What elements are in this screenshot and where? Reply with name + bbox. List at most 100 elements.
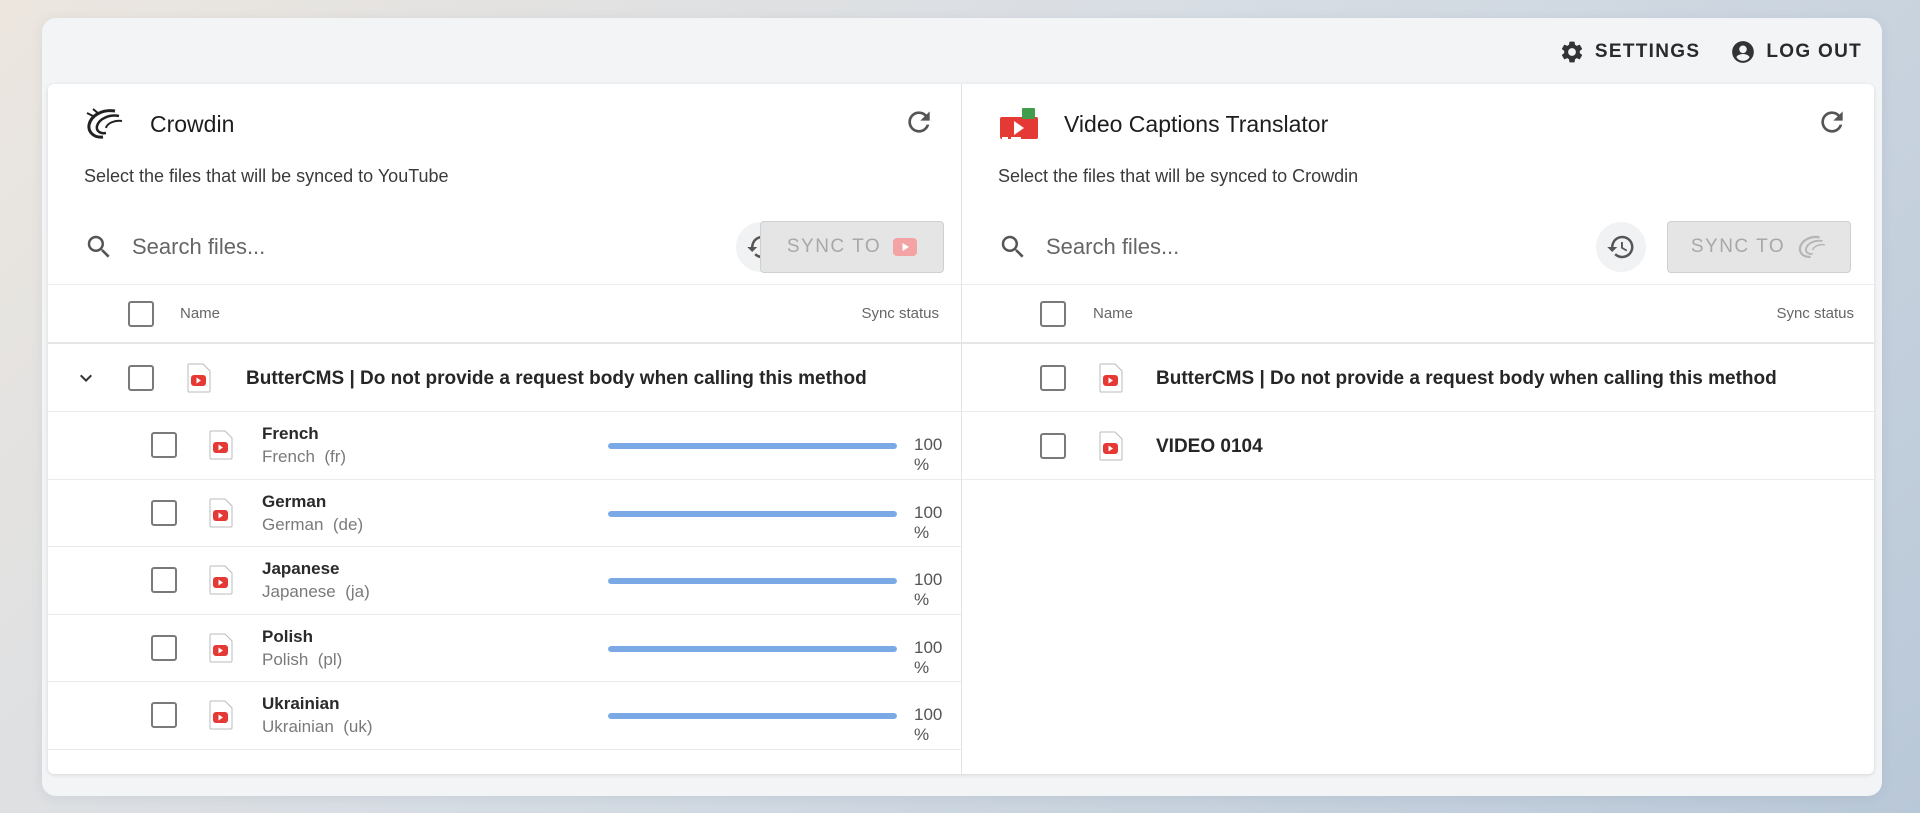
progress-bar-fill — [608, 713, 897, 719]
language-subtitle: Polish (pl) — [262, 650, 342, 670]
language-checkbox[interactable] — [151, 567, 177, 593]
crowdin-description: Select the files that will be synced to … — [84, 166, 449, 186]
language-row[interactable]: Ukrainian Ukrainian (uk) 100 % — [48, 682, 961, 750]
youtube-panel: Video Captions Translator Select the fil… — [962, 84, 1874, 774]
language-code: (fr) — [324, 447, 347, 466]
language-row[interactable]: German German (de) 100 % — [48, 480, 961, 547]
language-subtitle: Japanese (ja) — [262, 582, 370, 602]
language-name: Polish — [262, 626, 314, 646]
progress-percent: 100 % — [914, 570, 943, 609]
vct-table-header: Name Sync status — [962, 284, 1874, 344]
crowdin-table-header: Name Sync status — [48, 284, 961, 344]
youtube-file-icon — [209, 498, 233, 527]
video-file-title: VIDEO 0104 — [1156, 436, 1263, 457]
video-file-row[interactable]: VIDEO 0104 — [962, 412, 1874, 480]
vct-title: Video Captions Translator — [1064, 110, 1329, 137]
progress-bar — [608, 645, 897, 652]
progress-bar — [608, 578, 897, 584]
language-subtitle: French (fr) — [262, 447, 346, 467]
refresh-icon[interactable] — [1816, 106, 1848, 138]
file-group-title: ButterCMS | Do not provide a request bod… — [246, 368, 867, 389]
progress-percent: 100 % — [914, 637, 943, 677]
youtube-file-icon — [209, 565, 233, 595]
youtube-file-icon — [209, 700, 233, 730]
sync-to-youtube-button[interactable]: SYNC TO — [760, 221, 944, 273]
crowdin-header: Crowdin — [48, 84, 961, 164]
file-group-checkbox[interactable] — [128, 365, 154, 391]
crowdin-search-input[interactable] — [132, 234, 652, 260]
language-subtitle: German (de) — [262, 515, 363, 535]
language-name: German — [262, 491, 327, 511]
file-group-row[interactable]: ButterCMS | Do not provide a request bod… — [48, 344, 961, 412]
language-name: French — [262, 424, 319, 443]
video-file-row[interactable]: ButterCMS | Do not provide a request bod… — [962, 344, 1874, 412]
language-sub-name: Ukrainian — [262, 717, 334, 736]
progress-percent: 100 % — [914, 502, 943, 542]
progress-bar-fill — [608, 645, 897, 652]
select-all-checkbox[interactable] — [1040, 301, 1066, 327]
progress-percent: 100 % — [914, 435, 943, 474]
progress-bar-fill — [608, 443, 897, 449]
progress-bar — [608, 510, 897, 517]
language-sub-name: Polish — [262, 649, 309, 669]
sync-to-crowdin-button[interactable]: SYNC TO — [1667, 221, 1851, 273]
sync-to-label: SYNC TO — [1690, 236, 1786, 257]
crowdin-search-row: SYNC TO — [48, 210, 961, 284]
progress-bar-fill — [608, 578, 897, 584]
language-subtitle: Ukrainian (uk) — [262, 717, 373, 737]
sync-to-label: SYNC TO — [786, 236, 882, 257]
search-icon — [1001, 235, 1024, 258]
history-icon — [1607, 235, 1634, 259]
refresh-icon[interactable] — [903, 106, 935, 138]
language-code: (uk) — [343, 717, 373, 736]
logout-label: LOG OUT — [1766, 41, 1862, 62]
name-column-header: Name — [180, 305, 221, 322]
youtube-file-icon — [1099, 431, 1123, 461]
top-bar: SETTINGS LOG OUT — [42, 18, 1882, 86]
gear-icon — [1561, 41, 1583, 63]
youtube-icon — [893, 238, 918, 256]
language-checkbox[interactable] — [151, 499, 177, 526]
youtube-file-icon — [209, 633, 233, 662]
youtube-file-icon — [209, 430, 233, 460]
crowdin-logo-icon — [84, 103, 126, 145]
app-window: SETTINGS LOG OUT Crowdin Select the file… — [42, 18, 1882, 796]
language-sub-name: French — [262, 447, 315, 466]
language-code: (ja) — [345, 582, 370, 601]
chevron-down-icon[interactable] — [74, 366, 98, 390]
video-file-checkbox[interactable] — [1040, 365, 1066, 391]
settings-button[interactable]: SETTINGS — [1559, 39, 1700, 65]
crowdin-title: Crowdin — [150, 110, 235, 137]
language-checkbox[interactable] — [151, 432, 177, 458]
vct-history-button[interactable] — [1596, 222, 1646, 272]
language-code: (pl) — [317, 649, 343, 669]
crowdin-panel: Crowdin Select the files that will be sy… — [48, 84, 962, 774]
language-row[interactable]: Japanese Japanese (ja) 100 % — [48, 547, 961, 615]
video-captions-translator-logo-icon — [998, 103, 1040, 145]
language-code: (de) — [332, 514, 364, 534]
language-sub-name: Japanese — [262, 582, 336, 601]
language-sub-name: German — [262, 514, 324, 534]
account-circle-icon — [1732, 41, 1755, 63]
video-file-list: ButterCMS | Do not provide a request bod… — [962, 344, 1874, 480]
video-file-checkbox[interactable] — [1040, 433, 1066, 459]
search-icon — [87, 235, 110, 258]
vct-description: Select the files that will be synced to … — [998, 166, 1359, 186]
language-row[interactable]: French French (fr) 100 % — [48, 412, 961, 480]
language-row[interactable]: Polish Polish (pl) 100 % — [48, 615, 961, 682]
progress-bar-fill — [608, 510, 897, 517]
sync-status-column-header: Sync status — [1776, 305, 1854, 322]
progress-bar — [608, 713, 897, 719]
sync-card: Crowdin Select the files that will be sy… — [48, 84, 1874, 774]
logout-button[interactable]: LOG OUT — [1730, 39, 1862, 65]
select-all-checkbox[interactable] — [128, 301, 154, 327]
name-column-header: Name — [1093, 305, 1134, 322]
progress-bar — [608, 443, 897, 449]
language-checkbox[interactable] — [151, 702, 177, 728]
crowdin-icon — [1798, 235, 1825, 258]
progress-percent: 100 % — [914, 705, 943, 744]
vct-search-input[interactable] — [1046, 234, 1566, 260]
language-checkbox[interactable] — [151, 634, 177, 661]
language-name: Ukrainian — [262, 694, 340, 713]
video-file-title: ButterCMS | Do not provide a request bod… — [1156, 368, 1777, 389]
